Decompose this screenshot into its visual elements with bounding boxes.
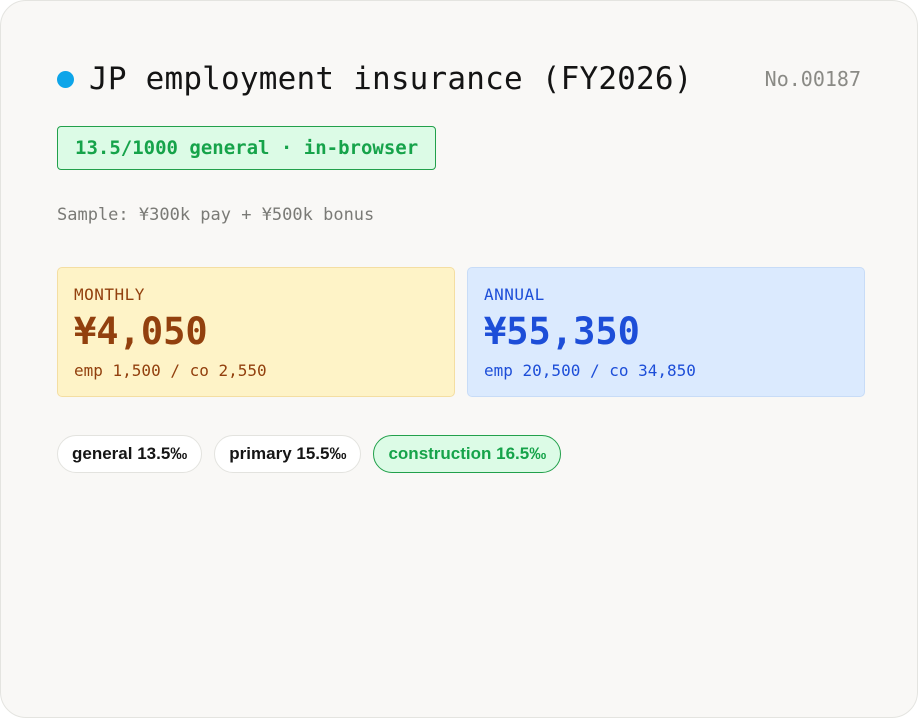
- card-header: JP employment insurance (FY2026) No.0018…: [57, 59, 861, 99]
- rate-chip-construction[interactable]: construction 16.5‰: [373, 435, 562, 473]
- annual-stat-card: ANNUAL ¥55,350 emp 20,500 / co 34,850: [467, 267, 865, 397]
- monthly-stat-card: MONTHLY ¥4,050 emp 1,500 / co 2,550: [57, 267, 455, 397]
- sample-description: Sample: ¥300k pay + ¥500k bonus: [57, 205, 375, 225]
- calculator-card: JP employment insurance (FY2026) No.0018…: [0, 0, 918, 718]
- page-title: JP employment insurance (FY2026): [89, 61, 693, 97]
- monthly-detail: emp 1,500 / co 2,550: [74, 361, 267, 380]
- rate-chip-general[interactable]: general 13.5‰: [57, 435, 203, 473]
- rate-chip-primary[interactable]: primary 15.5‰: [214, 435, 362, 473]
- monthly-value: ¥4,050: [74, 310, 208, 353]
- rate-badge: 13.5/1000 general · in-browser: [57, 126, 437, 170]
- annual-detail: emp 20,500 / co 34,850: [484, 361, 696, 380]
- annual-value: ¥55,350: [484, 310, 640, 353]
- serial-number: No.00187: [764, 67, 861, 91]
- rate-selector: general 13.5‰ primary 15.5‰ construction…: [57, 435, 562, 473]
- status-dot-icon: [57, 70, 74, 88]
- title-group: JP employment insurance (FY2026): [57, 61, 693, 97]
- annual-label: ANNUAL: [484, 285, 545, 304]
- monthly-label: MONTHLY: [74, 285, 145, 304]
